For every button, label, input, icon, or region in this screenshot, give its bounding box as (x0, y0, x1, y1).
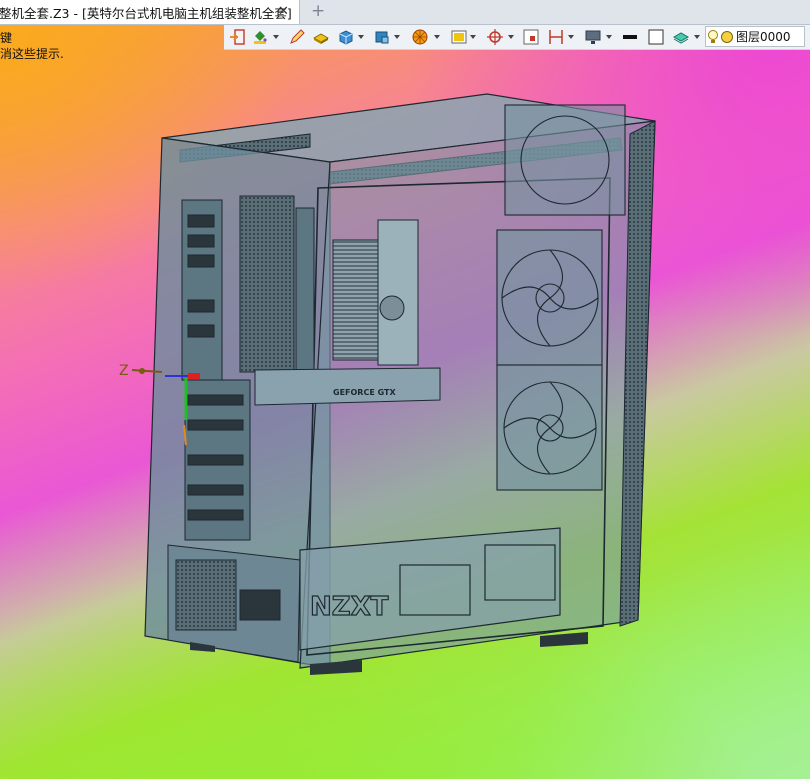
cpu-cooler (332, 219, 419, 366)
power-supply (167, 544, 301, 663)
graphics-card: GEFORCE GTX (254, 367, 441, 406)
case-foot (540, 632, 588, 647)
nzxt-logo: NZXT (310, 592, 389, 622)
gpu-label: GEFORCE GTX (333, 388, 396, 397)
pc-case-model[interactable]: GEFORCE GTX NZXT Z (0, 0, 810, 779)
z-axis-label: Z (119, 363, 129, 379)
